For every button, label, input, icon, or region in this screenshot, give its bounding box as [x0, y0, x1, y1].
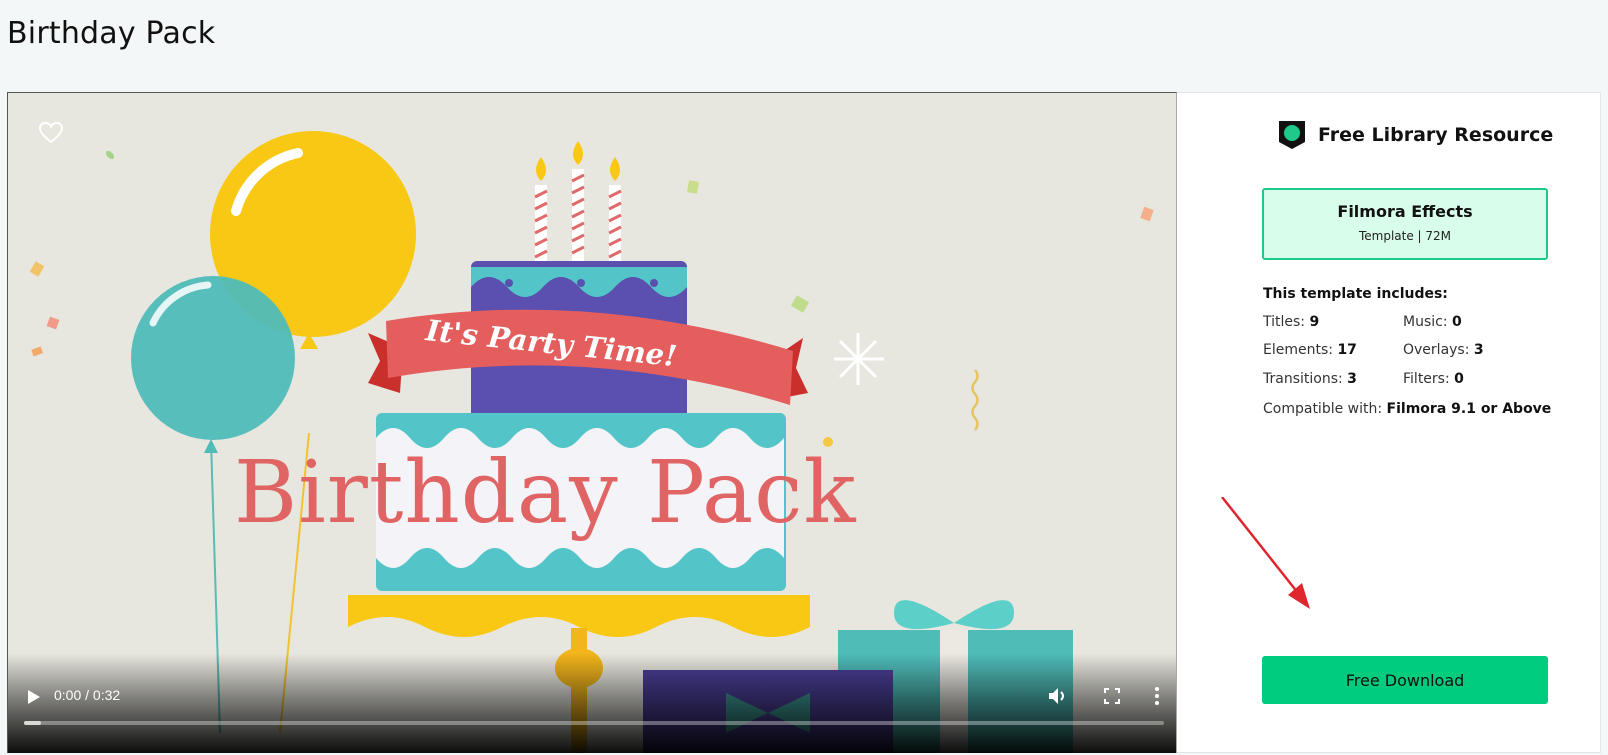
resource-header: Free Library Resource [1278, 120, 1553, 150]
video-progress-fill [24, 721, 42, 725]
stat-transitions: Transitions: 3 [1263, 371, 1357, 387]
free-download-button[interactable]: Free Download [1262, 656, 1548, 704]
product-name: Filmora Effects [1337, 202, 1473, 221]
stat-titles: Titles: 9 [1263, 314, 1320, 330]
stat-overlays: Overlays: 3 [1403, 342, 1484, 358]
compatibility-info: Compatible with: Filmora 9.1 or Above [1263, 401, 1552, 417]
favorite-heart-icon[interactable] [38, 121, 64, 145]
includes-heading: This template includes: [1263, 286, 1448, 302]
poster-title-text: Birthday Pack [234, 443, 857, 543]
stat-music: Music: 0 [1403, 314, 1462, 330]
candles [534, 141, 622, 261]
video-controls-bar [8, 653, 1176, 753]
volume-icon[interactable] [1048, 687, 1068, 705]
product-type-box[interactable]: Filmora Effects Template | 72M [1262, 188, 1548, 260]
stat-filters: Filters: 0 [1403, 371, 1464, 387]
resource-title: Free Library Resource [1318, 124, 1554, 146]
more-vertical-icon[interactable] [1154, 686, 1160, 706]
stat-elements: Elements: 17 [1263, 342, 1357, 358]
video-progress-slider[interactable] [24, 721, 1164, 725]
sparkle [834, 333, 884, 385]
shield-badge-icon [1279, 121, 1305, 149]
video-time-display: 0:00 / 0:32 [54, 687, 121, 703]
video-player[interactable]: It's Party Time! Birthday Pack 0:00 / 0:… [7, 92, 1177, 753]
fullscreen-icon[interactable] [1104, 688, 1120, 704]
page-title: Birthday Pack [7, 16, 216, 51]
play-icon[interactable] [26, 688, 42, 706]
red-arrow-icon [1221, 497, 1310, 609]
product-meta: Template | 72M [1358, 229, 1452, 243]
resource-sidebar: Free Library Resource Filmora Effects Te… [1178, 92, 1601, 753]
